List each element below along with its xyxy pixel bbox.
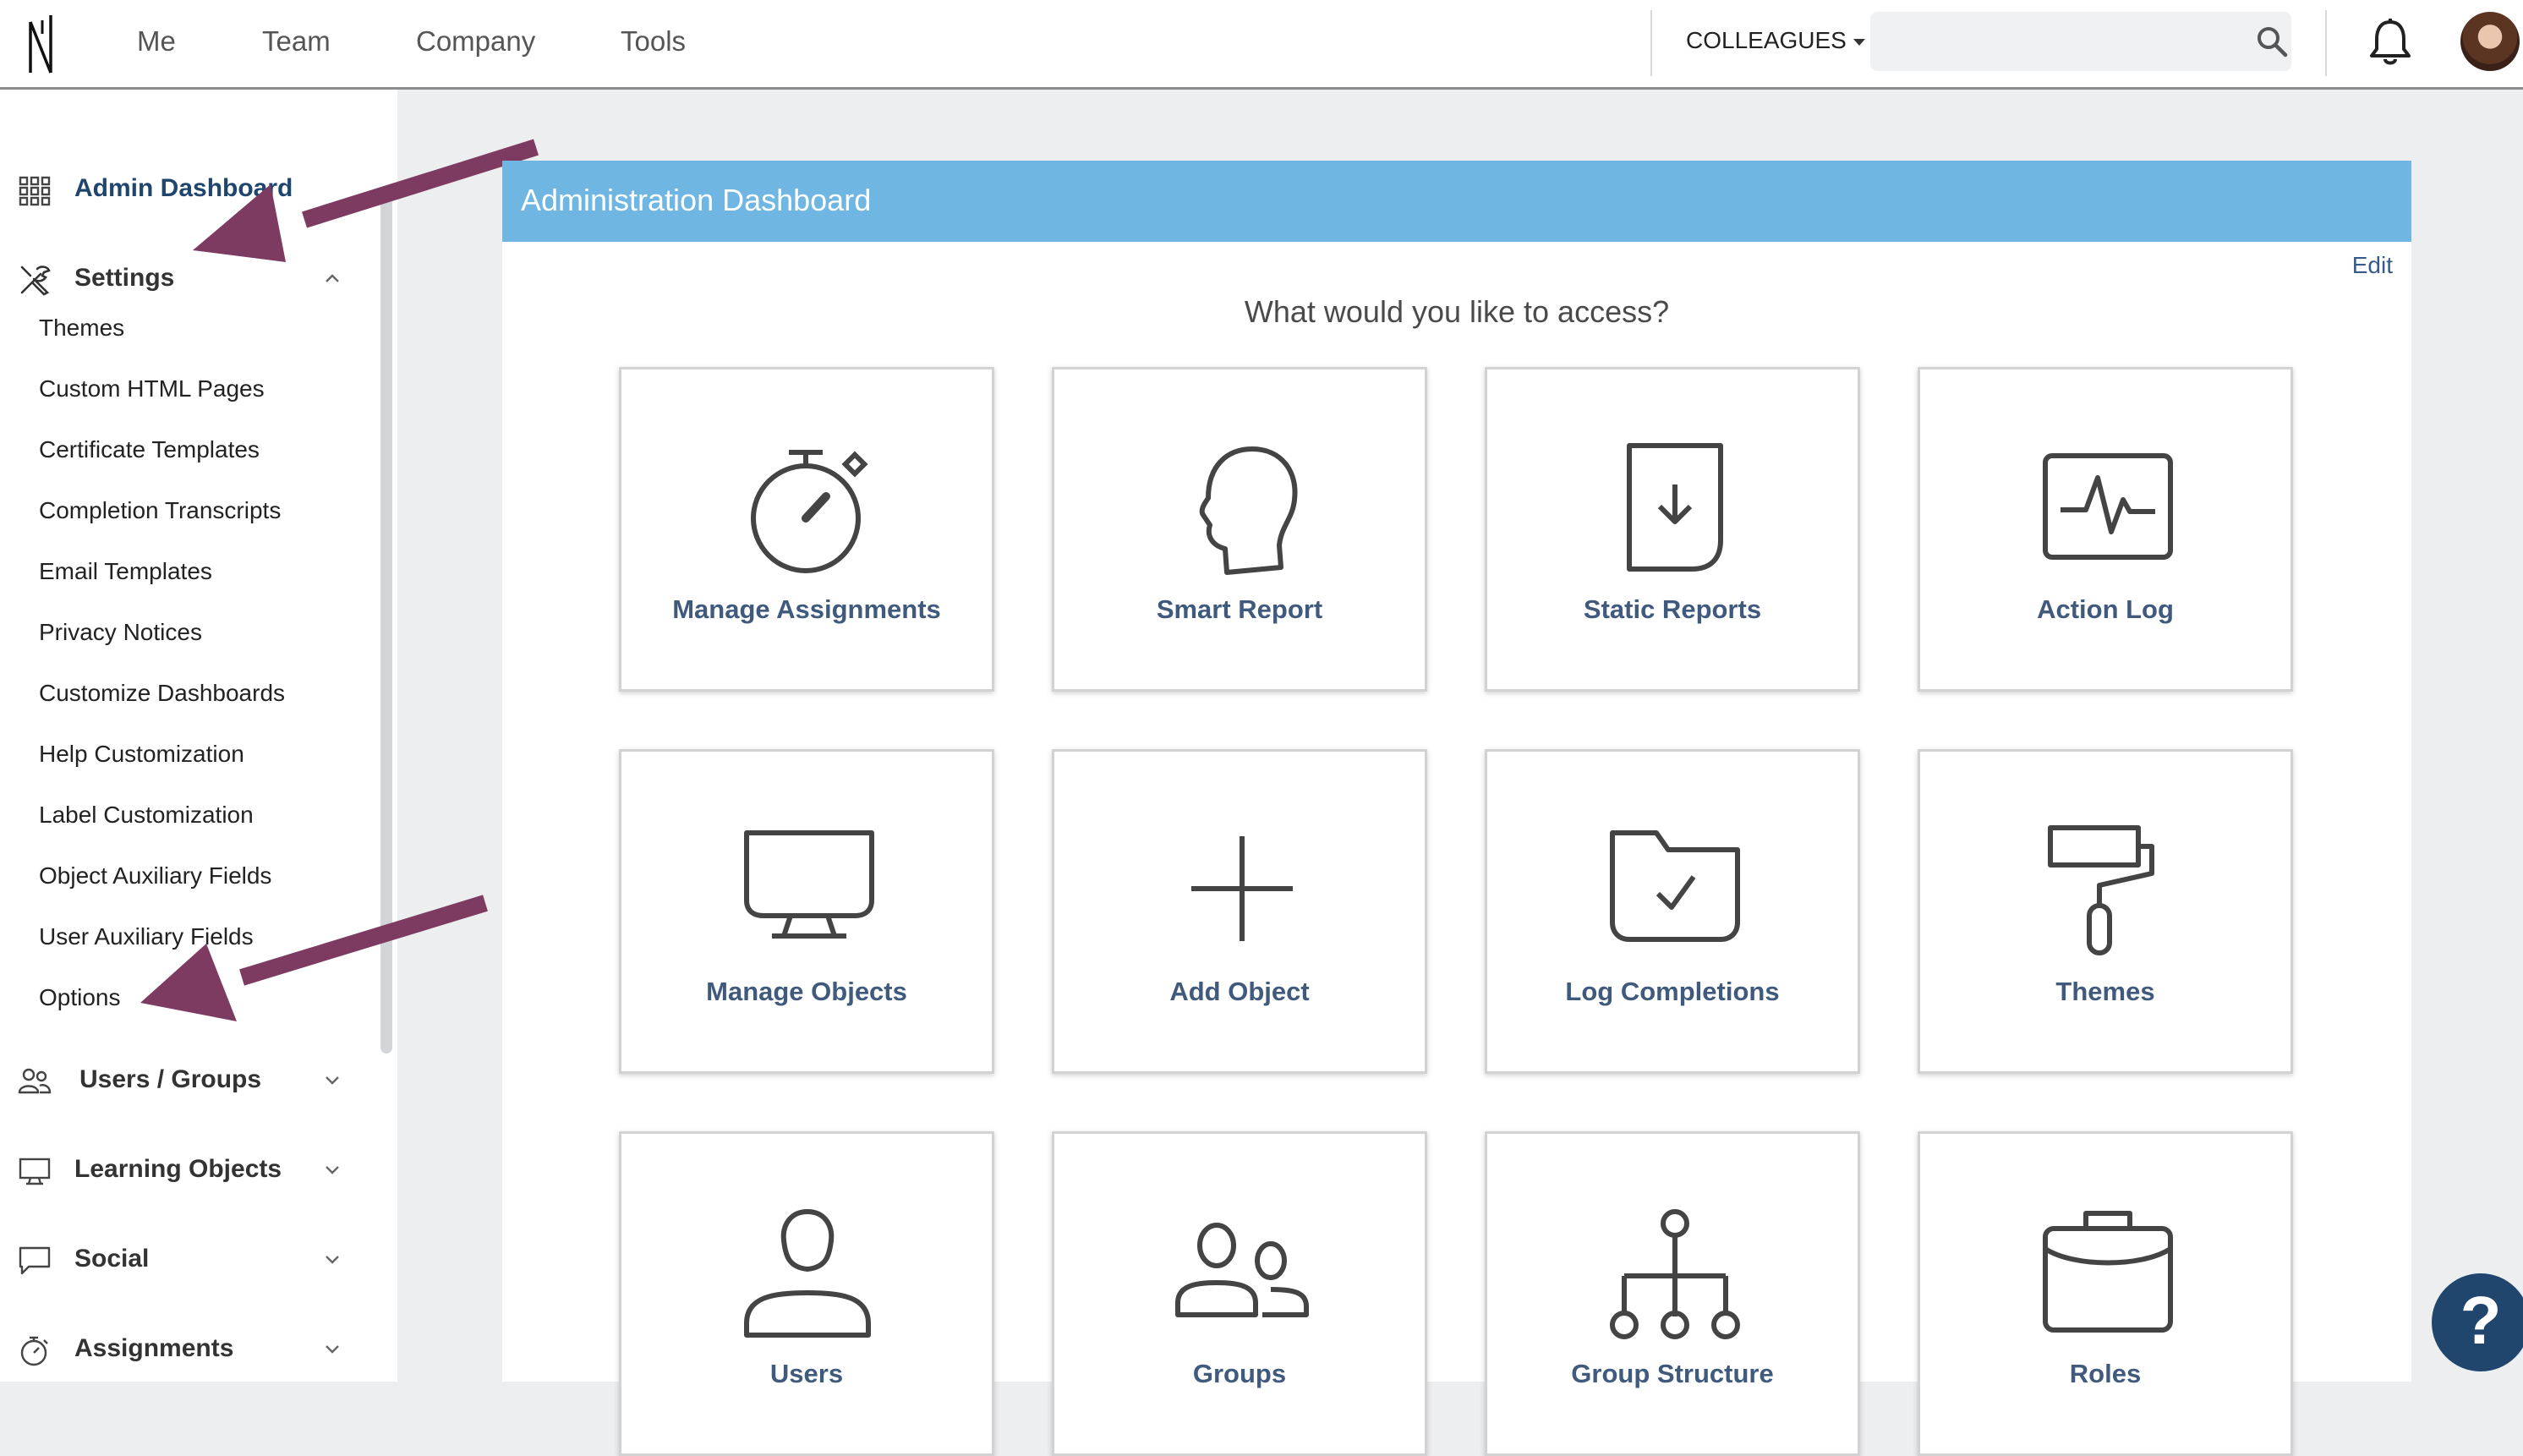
users-group-icon (1175, 1223, 1309, 1317)
monitor-icon (744, 830, 874, 939)
settings-item-certificate-templates[interactable]: Certificate Templates (39, 436, 260, 463)
settings-item-completion-transcripts[interactable]: Completion Transcripts (39, 497, 281, 524)
settings-item-object-auxiliary-fields[interactable]: Object Auxiliary Fields (39, 862, 271, 889)
chevron-down-icon[interactable] (323, 1072, 342, 1087)
caret-down-icon (1853, 38, 1865, 46)
tile-add-object[interactable]: Add Object (1052, 749, 1427, 1074)
sidebar-item-learning-objects[interactable]: Learning Objects (0, 1140, 355, 1199)
tile-label: Smart Report (1156, 594, 1323, 624)
paint-roller-icon (2048, 825, 2154, 955)
edit-link[interactable]: Edit (2352, 252, 2393, 279)
tile-log-completions[interactable]: Log Completions (1485, 749, 1860, 1074)
nav-item-tools[interactable]: Tools (621, 25, 686, 57)
tile-label: Manage Objects (706, 977, 907, 1006)
tile-manage-objects[interactable]: Manage Objects (619, 749, 994, 1074)
tile-themes[interactable]: Themes (1918, 749, 2293, 1074)
head-profile-icon (1199, 446, 1298, 575)
settings-item-label-customization[interactable]: Label Customization (39, 802, 254, 829)
help-button[interactable]: ? (2432, 1273, 2523, 1371)
tile-label: Add Object (1169, 977, 1310, 1006)
tile-label: Action Log (2037, 594, 2174, 624)
settings-item-themes[interactable]: Themes (39, 315, 124, 342)
tile-label: Static Reports (1583, 594, 1762, 624)
briefcase-icon (2043, 1211, 2173, 1333)
tile-label: Users (769, 1359, 844, 1388)
users-icon (18, 1068, 52, 1094)
tile-label: Manage Assignments (672, 594, 941, 624)
sidebar-item-label: Admin Dashboard (74, 174, 293, 202)
nav-item-me[interactable]: Me (137, 25, 176, 57)
top-navigation-bar: Me Team Company Tools COLLEAGUES (0, 0, 2523, 90)
colleagues-dropdown[interactable]: COLLEAGUES (1686, 27, 1865, 54)
settings-item-user-auxiliary-fields[interactable]: User Auxiliary Fields (39, 923, 254, 950)
activity-pulse-icon (2043, 453, 2173, 560)
sidebar: Admin Dashboard Settings Themes Custom H… (0, 90, 397, 1382)
bell-icon[interactable] (2367, 17, 2413, 68)
plus-icon (1191, 836, 1293, 941)
brand-logo-icon[interactable] (25, 14, 59, 74)
monitor-icon (19, 1158, 51, 1185)
nav-item-team[interactable]: Team (262, 25, 331, 57)
settings-item-options[interactable]: Options (39, 984, 121, 1011)
user-icon (744, 1209, 871, 1338)
stopwatch-icon (751, 450, 868, 573)
admin-dashboard-panel: Administration Dashboard Edit What would… (502, 161, 2411, 1456)
panel-header: Administration Dashboard (502, 161, 2411, 242)
tile-roles[interactable]: Roles (1918, 1131, 2293, 1456)
help-icon: ? (2460, 1283, 2502, 1358)
tile-label: Group Structure (1571, 1359, 1774, 1388)
user-avatar[interactable] (2460, 12, 2520, 71)
sidebar-item-users-groups[interactable]: Users / Groups (0, 1050, 355, 1109)
nav-divider (2325, 10, 2327, 76)
colleagues-label: COLLEAGUES (1686, 27, 1847, 53)
access-prompt: What would you like to access? (1244, 294, 1670, 329)
folder-check-icon (1610, 830, 1740, 942)
settings-item-help-customization[interactable]: Help Customization (39, 741, 244, 768)
search-icon[interactable] (2256, 25, 2288, 57)
tile-manage-assignments[interactable]: Manage Assignments (619, 367, 994, 692)
nav-divider (1650, 10, 1652, 76)
search-input[interactable] (1870, 12, 2291, 71)
grid-icon (19, 176, 51, 206)
chevron-down-icon[interactable] (323, 1251, 342, 1267)
settings-item-customize-dashboards[interactable]: Customize Dashboards (39, 680, 285, 707)
settings-item-custom-html-pages[interactable]: Custom HTML Pages (39, 375, 265, 402)
chevron-down-icon[interactable] (323, 1341, 342, 1356)
tile-label: Groups (1192, 1359, 1287, 1388)
chat-bubble-icon (19, 1246, 51, 1275)
sidebar-item-label: Learning Objects (74, 1155, 282, 1183)
page-title: Administration Dashboard (521, 183, 872, 217)
stopwatch-icon (20, 1336, 48, 1366)
tile-label: Roles (2069, 1359, 2142, 1388)
tile-users[interactable]: Users (619, 1131, 994, 1456)
sidebar-item-label: Users / Groups (79, 1065, 262, 1093)
tile-static-reports[interactable]: Static Reports (1485, 367, 1860, 692)
settings-item-privacy-notices[interactable]: Privacy Notices (39, 619, 202, 646)
tile-group-structure[interactable]: Group Structure (1485, 1131, 1860, 1456)
download-document-icon (1627, 443, 1723, 572)
sidebar-item-assignments[interactable]: Assignments (0, 1319, 355, 1378)
sidebar-item-social[interactable]: Social (0, 1229, 355, 1289)
tile-label: Log Completions (1565, 977, 1780, 1006)
chevron-up-icon[interactable] (323, 271, 342, 286)
sidebar-scrollbar[interactable] (380, 191, 392, 1054)
sidebar-item-label: Assignments (74, 1334, 234, 1362)
settings-item-email-templates[interactable]: Email Templates (39, 558, 212, 585)
tile-groups[interactable]: Groups (1052, 1131, 1427, 1456)
nav-item-company[interactable]: Company (416, 25, 535, 57)
chevron-down-icon[interactable] (323, 1162, 342, 1177)
tile-smart-report[interactable]: Smart Report (1052, 367, 1427, 692)
sidebar-item-settings[interactable]: Settings (0, 249, 355, 308)
tile-action-log[interactable]: Action Log (1918, 367, 2293, 692)
sidebar-item-label: Settings (74, 264, 175, 292)
tile-label: Themes (2055, 977, 2155, 1006)
sidebar-item-admin-dashboard[interactable]: Admin Dashboard (0, 159, 355, 218)
sidebar-item-label: Social (74, 1245, 150, 1273)
hierarchy-icon (1610, 1209, 1740, 1339)
tools-icon (20, 265, 51, 296)
